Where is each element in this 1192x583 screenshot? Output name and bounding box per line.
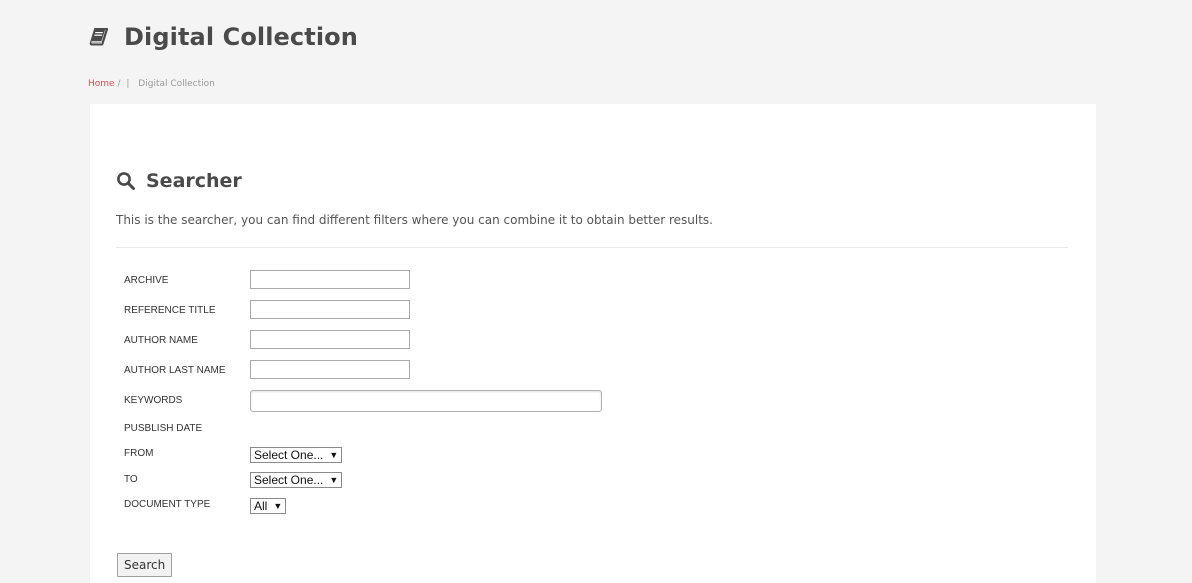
book-icon xyxy=(88,26,110,48)
archive-label: ARCHIVE xyxy=(124,275,169,286)
archive-input[interactable] xyxy=(250,270,410,289)
searcher-title: Searcher xyxy=(146,170,242,192)
searcher-description: This is the searcher, you can find diffe… xyxy=(116,213,713,227)
divider xyxy=(116,247,1068,248)
chevron-down-icon: ▼ xyxy=(329,475,339,485)
to-label: TO xyxy=(124,474,138,485)
author-last-name-input[interactable] xyxy=(250,360,410,379)
to-select-value: Select One... xyxy=(254,473,324,487)
from-label: FROM xyxy=(124,448,154,459)
breadcrumb-separator: | xyxy=(126,79,130,89)
search-icon xyxy=(116,171,136,191)
author-name-input[interactable] xyxy=(250,330,410,349)
page-header: Digital Collection xyxy=(88,20,358,54)
keywords-input[interactable] xyxy=(250,390,602,412)
breadcrumb-home-link[interactable]: Home xyxy=(88,79,115,89)
to-select[interactable]: Select One... ▼ xyxy=(250,472,343,488)
reference-title-label: REFERENCE TITLE xyxy=(124,305,216,316)
breadcrumb: Home / | Digital Collection xyxy=(88,79,215,89)
chevron-down-icon: ▼ xyxy=(273,501,283,511)
author-last-name-label: AUTHOR LAST NAME xyxy=(124,365,226,376)
breadcrumb-slash: / xyxy=(117,79,121,89)
page-title: Digital Collection xyxy=(124,23,358,51)
author-name-label: AUTHOR NAME xyxy=(124,335,198,346)
searcher-header: Searcher xyxy=(116,168,242,194)
chevron-down-icon: ▼ xyxy=(329,450,339,460)
publish-date-label: PUSBLISH DATE xyxy=(124,423,203,434)
from-select[interactable]: Select One... ▼ xyxy=(250,447,343,463)
content-card: Searcher This is the searcher, you can f… xyxy=(90,104,1096,583)
search-button[interactable]: Search xyxy=(117,553,173,577)
reference-title-input[interactable] xyxy=(250,300,410,319)
from-select-value: Select One... xyxy=(254,448,324,462)
breadcrumb-current: Digital Collection xyxy=(138,79,215,89)
document-type-select[interactable]: All ▼ xyxy=(250,498,287,514)
keywords-label: KEYWORDS xyxy=(124,395,183,406)
document-type-select-value: All xyxy=(254,499,268,513)
document-type-label: DOCUMENT TYPE xyxy=(124,499,211,510)
